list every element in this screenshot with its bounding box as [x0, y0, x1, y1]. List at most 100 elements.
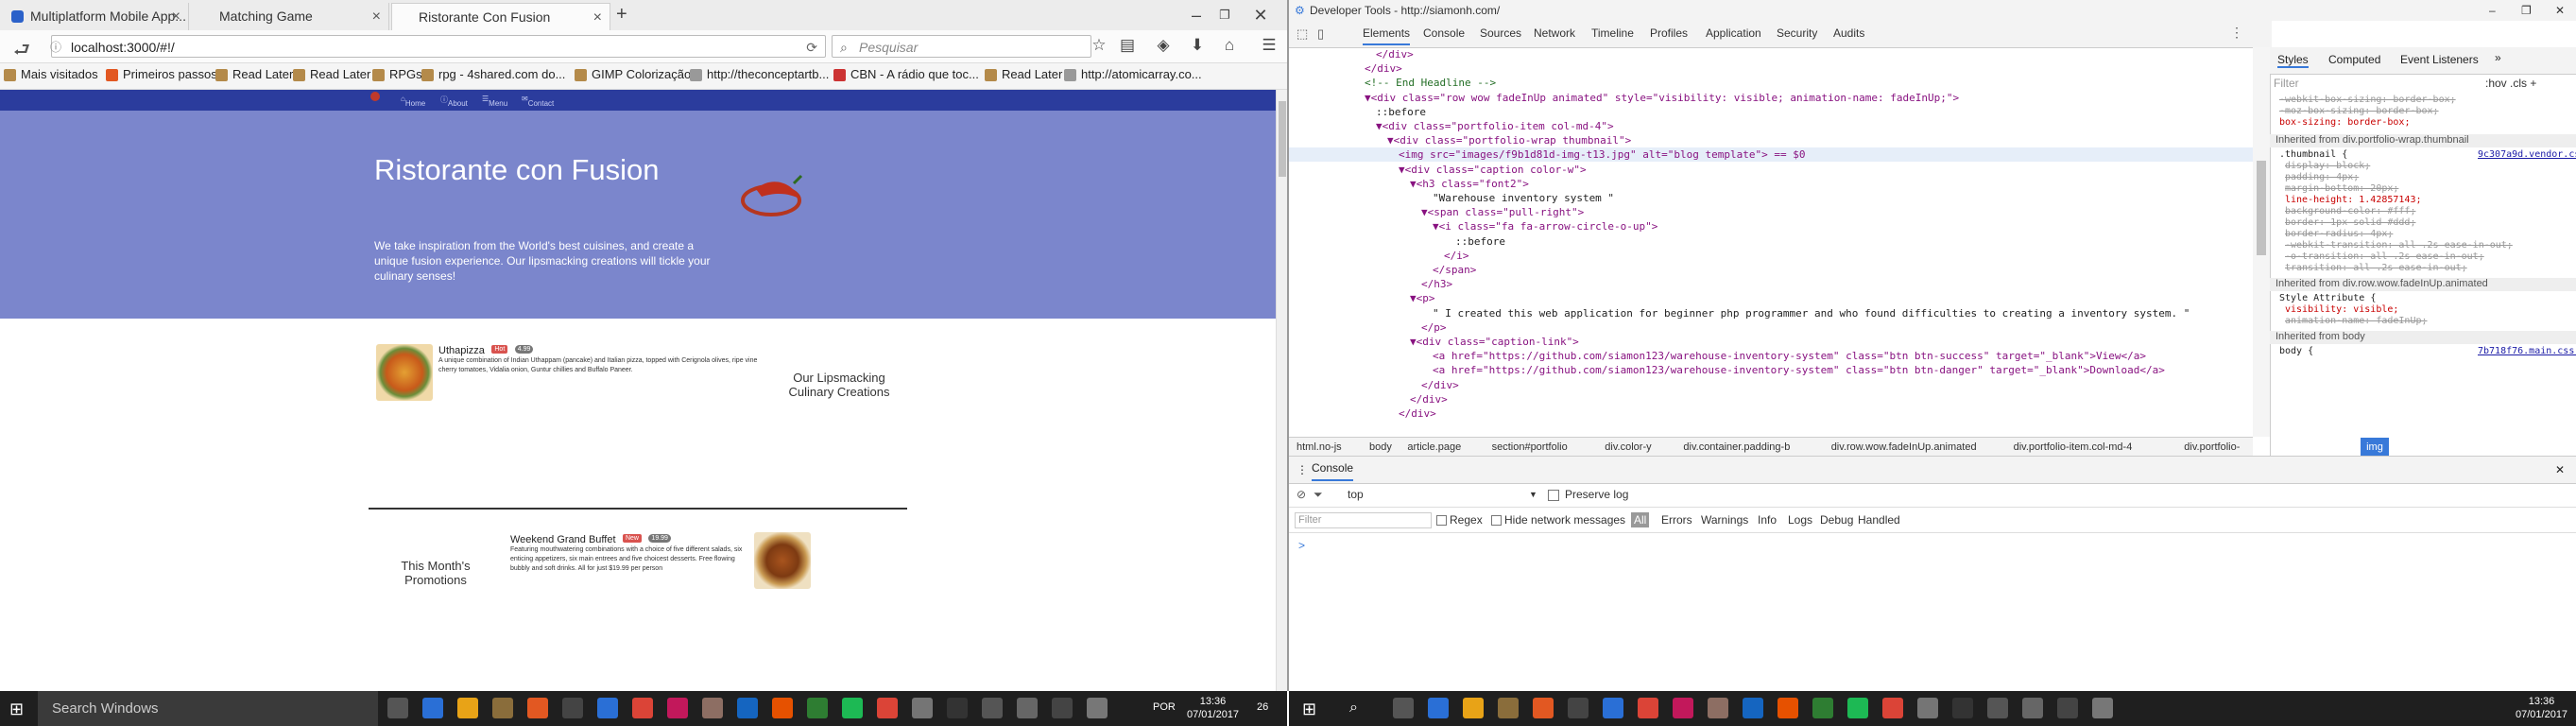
new-tab-icon[interactable]: + — [616, 4, 627, 26]
taskbar-app-icon[interactable] — [492, 698, 513, 718]
taskbar-app-icon[interactable] — [1743, 698, 1763, 718]
code-line[interactable]: ▼<div class="portfolio-item col-md-4"> — [1289, 119, 1614, 133]
code-line[interactable]: </span> — [1289, 263, 1476, 277]
taskbar-app-icon[interactable] — [387, 698, 408, 718]
taskbar-app-icon[interactable] — [2057, 698, 2078, 718]
level-errors[interactable]: Errors — [1661, 508, 1692, 532]
breadcrumb-item[interactable]: div.row.wow.fadeInUp.animated — [1831, 438, 1977, 457]
code-line[interactable]: </i> — [1289, 249, 1469, 263]
code-line[interactable]: ▼<h3 class="font2"> — [1289, 177, 1529, 191]
taskbar-app-icon[interactable] — [1708, 698, 1728, 718]
close-window-icon[interactable]: ✕ — [2555, 0, 2565, 21]
taskbar-app-icon[interactable] — [1847, 698, 1868, 718]
styles-filter-input[interactable]: Filter — [2274, 77, 2299, 90]
code-line[interactable]: ▼<div class="portfolio-wrap thumbnail"> — [1289, 133, 1631, 147]
taskbar-clock-right[interactable]: 13:36 07/01/2017 — [2516, 695, 2567, 721]
breadcrumb-item[interactable]: div.color-y — [1605, 438, 1651, 457]
tab-ristorante[interactable]: Ristorante Con Fusion × — [391, 3, 610, 30]
taskbar-app-icon[interactable] — [1673, 698, 1693, 718]
filter-icon[interactable]: ⏷ — [1314, 482, 1323, 507]
bookmark-item[interactable]: rpg - 4shared.com do... — [421, 67, 565, 81]
taskbar-app-icon[interactable] — [1917, 698, 1938, 718]
drawer-menu-icon[interactable]: ⋮ — [1297, 457, 1308, 483]
level-debug[interactable]: Debug — [1820, 508, 1853, 532]
taskbar-app-icon[interactable] — [1952, 698, 1973, 718]
code-line[interactable]: </div> — [1289, 392, 1448, 406]
tab-application[interactable]: Application — [1706, 23, 1761, 43]
level-all[interactable]: All — [1631, 512, 1650, 527]
navbar-logo[interactable] — [370, 92, 380, 101]
context-dropdown-icon[interactable]: ▼ — [1529, 482, 1537, 507]
tab-profiles[interactable]: Profiles — [1650, 23, 1688, 43]
taskbar-app-icon[interactable] — [877, 698, 898, 718]
windows-start-icon[interactable]: ⊞ — [9, 700, 24, 719]
console-drawer-tab[interactable]: Console — [1312, 457, 1354, 481]
bookmark-item[interactable]: Read Later — [215, 67, 293, 81]
preserve-log-checkbox[interactable] — [1548, 490, 1559, 501]
menu-icon[interactable]: ☰ — [1257, 36, 1281, 55]
bookmark-item[interactable]: GIMP Colorização — [575, 67, 691, 81]
stylesheet-link[interactable]: 9c307a9d.vendor.css:5 — [2478, 149, 2576, 160]
taskbar-app-icon[interactable] — [1498, 698, 1519, 718]
css-property[interactable]: box-sizing: border-box; — [2279, 117, 2410, 128]
taskbar-app-icon[interactable] — [1568, 698, 1589, 718]
elements-scrollbar[interactable] — [2253, 47, 2270, 437]
tab-audits[interactable]: Audits — [1833, 23, 1864, 43]
reading-list-icon[interactable]: ▤ — [1115, 36, 1140, 55]
taskbar-app-icon[interactable] — [1987, 698, 2008, 718]
taskbar-app-icon[interactable] — [1638, 698, 1658, 718]
taskbar-app-icon[interactable] — [1393, 698, 1414, 718]
level-handled[interactable]: Handled — [1858, 508, 1900, 532]
code-line[interactable]: </div> — [1289, 378, 1459, 392]
taskbar-app-icon[interactable] — [912, 698, 933, 718]
taskbar-app-icon[interactable] — [737, 698, 758, 718]
css-property[interactable]: transition: all .2s ease-in-out; — [2285, 263, 2467, 273]
tab-multiplatform[interactable]: Multiplatform Mobile App... × — [4, 3, 189, 30]
css-property[interactable]: -o-transition: all .2s ease-in-out; — [2285, 251, 2484, 262]
hov-cls-toggles[interactable]: :hov .cls + — [2485, 77, 2536, 90]
tab-computed[interactable]: Computed — [2328, 53, 2380, 66]
tab-timeline[interactable]: Timeline — [1591, 23, 1634, 43]
code-line[interactable]: <a href="https://github.com/siamon123/wa… — [1289, 363, 2165, 377]
css-property[interactable]: -webkit-box-sizing: border-box; — [2279, 95, 2456, 105]
breadcrumb-item[interactable]: html.no-js — [1297, 438, 1342, 457]
console-prompt[interactable]: > — [1289, 533, 2576, 558]
nav-home-link[interactable]: ⌂ Home — [401, 95, 425, 108]
tab-event-listeners[interactable]: Event Listeners — [2400, 53, 2479, 66]
address-bar[interactable]: ⓘ localhost:3000/#!/ ⟳ — [50, 35, 826, 59]
taskbar-app-icon[interactable] — [422, 698, 443, 718]
taskbar-app-icon[interactable] — [597, 698, 618, 718]
tab-network[interactable]: Network — [1534, 23, 1575, 43]
bookmark-star-icon[interactable]: ☆ — [1087, 36, 1111, 55]
taskbar-app-icon[interactable] — [1017, 698, 1038, 718]
notification-count[interactable]: 26 — [1257, 701, 1268, 713]
taskbar-app-icon[interactable] — [1428, 698, 1449, 718]
device-mode-icon[interactable]: ▯ — [1317, 26, 1324, 42]
code-line[interactable]: ▼<span class="pull-right"> — [1289, 205, 1584, 219]
css-property[interactable]: animation-name: fadeInUp; — [2285, 316, 2428, 326]
bookmark-item[interactable]: Mais visitados — [4, 67, 98, 81]
bookmark-item[interactable]: http://atomicarray.co... — [1064, 67, 1202, 81]
bookmark-item[interactable]: http://theconceptartb... — [690, 67, 829, 81]
taskbar-app-icon[interactable] — [562, 698, 583, 718]
css-property[interactable]: visibility: visible; — [2285, 304, 2398, 315]
more-options-icon[interactable]: ⋮ — [2230, 25, 2243, 41]
taskbar-clock[interactable]: 13:36 07/01/2017 — [1187, 695, 1239, 721]
code-line[interactable]: </h3> — [1289, 277, 1452, 291]
taskbar-app-icon[interactable] — [1603, 698, 1623, 718]
breadcrumb-item[interactable]: body — [1369, 438, 1392, 457]
reload-icon[interactable]: ⟳ — [806, 36, 817, 59]
language-indicator[interactable]: POR — [1153, 701, 1176, 713]
taskbar-app-icon[interactable] — [667, 698, 688, 718]
taskbar-app-icon[interactable] — [1777, 698, 1798, 718]
taskbar-app-icon[interactable] — [2022, 698, 2043, 718]
taskbar-app-icon[interactable] — [947, 698, 968, 718]
code-line[interactable]: ▼<div class="caption color-w"> — [1289, 163, 1587, 177]
breadcrumb-item[interactable]: div.container.padding-b — [1683, 438, 1790, 457]
taskbar-app-icon[interactable] — [1052, 698, 1073, 718]
bookmark-item[interactable]: Read Later — [985, 67, 1062, 81]
taskbar-app-icon[interactable] — [632, 698, 653, 718]
css-property[interactable]: Style Attribute { — [2279, 293, 2376, 303]
css-property[interactable]: margin-bottom: 20px; — [2285, 183, 2398, 194]
taskbar-app-icon[interactable] — [772, 698, 793, 718]
